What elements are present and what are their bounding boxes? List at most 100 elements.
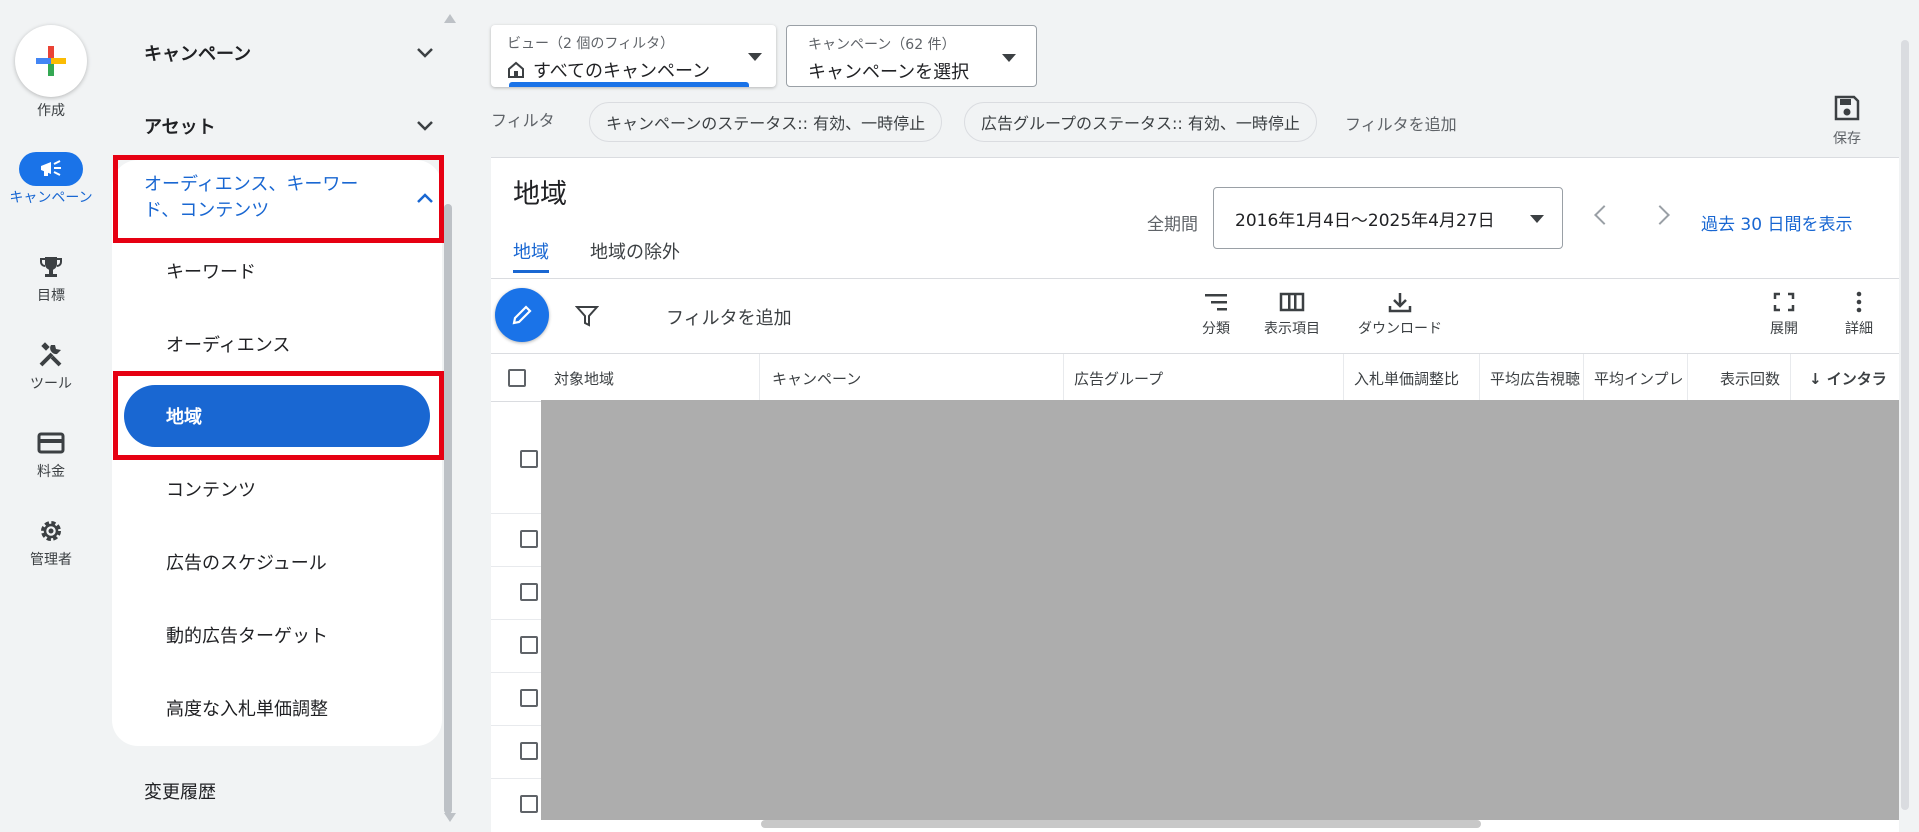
nav-scrollbar[interactable] [442, 14, 456, 822]
col-header-avg-view[interactable]: 平均広告視聴 [1480, 354, 1584, 402]
expand-label: 展開 [1770, 321, 1798, 337]
page-title: 地域 [513, 179, 567, 210]
scroll-down-arrow-icon[interactable] [444, 813, 456, 822]
nav-sub-ad-schedule[interactable]: 広告のスケジュール [166, 549, 327, 575]
rail-item-billing[interactable]: 料金 [0, 426, 102, 481]
download-label: ダウンロード [1358, 321, 1442, 337]
rail-item-campaigns[interactable]: キャンペーン [0, 152, 102, 207]
view-selector-indicator [509, 82, 749, 87]
date-range-selector[interactable]: 2016年1月4日〜2025年4月27日 [1213, 187, 1563, 249]
campaign-selector[interactable]: キャンペーン（62 件） キャンペーンを選択 [786, 25, 1037, 87]
show-last-30-days-link[interactable]: 過去 30 日間を表示 [1701, 210, 1852, 235]
row-divider [491, 566, 542, 567]
chevron-right-icon[interactable] [1650, 205, 1670, 225]
fullscreen-icon [1773, 292, 1795, 312]
nav-item-change-history[interactable]: 変更履歴 [144, 778, 434, 804]
date-range-value: 2016年1月4日〜2025年4月27日 [1235, 210, 1495, 231]
pencil-icon [512, 305, 532, 325]
filter-chip-campaign-status[interactable]: キャンペーンのステータス:: 有効、一時停止 [589, 102, 943, 142]
row-checkbox[interactable] [520, 530, 538, 548]
rail-label-admin: 管理者 [30, 552, 72, 568]
add-filter-link[interactable]: フィルタを追加 [1345, 111, 1457, 135]
page-scrollbar-thumb[interactable] [1901, 40, 1909, 810]
view-selector[interactable]: ビュー（2 個のフィルタ） すべてのキャンペーン [491, 25, 776, 87]
table-header: 対象地域 キャンペーン 広告グループ 入札単価調整比 平均広告視聴 平均インプレ… [491, 354, 1899, 402]
filter-icon[interactable] [575, 304, 599, 328]
tab-locations[interactable]: 地域 [513, 238, 549, 264]
nav-item-audiences-keywords-content[interactable]: オーディエンス、キーワード、コンテンツ [144, 172, 434, 224]
tab-excluded-locations[interactable]: 地域の除外 [590, 238, 680, 264]
main-content-card: 地域 地域 地域の除外 全期間 2016年1月4日〜2025年4月27日 過去 … [491, 157, 1899, 832]
row-checkbox[interactable] [520, 450, 538, 468]
home-icon [508, 61, 524, 78]
rail-label-tools: ツール [30, 376, 72, 392]
row-checkbox[interactable] [520, 742, 538, 760]
chevron-left-icon[interactable] [1594, 205, 1614, 225]
nav-sub-locations-label: 地域 [166, 407, 202, 428]
segment-button[interactable]: 分類 [1202, 291, 1230, 338]
col-header-ad-group[interactable]: 広告グループ [1064, 354, 1344, 402]
col-header-avg-impr[interactable]: 平均インプレ [1584, 354, 1688, 402]
col-header-impressions[interactable]: 表示回数 [1688, 354, 1791, 402]
columns-button[interactable]: 表示項目 [1264, 291, 1320, 338]
scroll-up-arrow-icon[interactable] [444, 14, 456, 23]
col-header-interactions[interactable]: ↓ インタラ [1791, 354, 1899, 402]
row-divider [491, 513, 542, 514]
rail-item-goals[interactable]: 目標 [0, 250, 102, 305]
chevron-down-icon [1530, 215, 1544, 223]
row-divider [491, 725, 542, 726]
chevron-up-icon [417, 193, 433, 203]
nav-sub-locations[interactable]: 地域 [124, 385, 430, 447]
tools-icon [19, 338, 83, 372]
page-scrollbar[interactable] [1899, 40, 1911, 820]
rail-item-tools[interactable]: ツール [0, 338, 102, 393]
col-header-campaign[interactable]: キャンペーン [760, 354, 1064, 402]
row-checkbox[interactable] [520, 636, 538, 654]
row-checkbox[interactable] [520, 583, 538, 601]
columns-icon [1279, 292, 1305, 312]
columns-label: 表示項目 [1264, 321, 1320, 337]
nav-sub-content[interactable]: コンテンツ [166, 476, 256, 502]
divider [491, 278, 1899, 279]
download-button[interactable]: ダウンロード [1358, 291, 1442, 338]
nav-sub-dynamic-ad-targets[interactable]: 動的広告ターゲット [166, 622, 328, 648]
nav-sub-keywords[interactable]: キーワード [166, 258, 256, 284]
edit-button[interactable] [495, 288, 549, 342]
view-selector-sub: ビュー（2 個のフィルタ） [507, 36, 675, 52]
nav-sub-advanced-bid-adjustments[interactable]: 高度な入札単価調整 [166, 695, 328, 721]
expand-button[interactable]: 展開 [1770, 291, 1798, 338]
save-label: 保存 [1833, 131, 1861, 147]
rail-label-billing: 料金 [37, 464, 65, 480]
filter-chip-adgroup-status[interactable]: 広告グループのステータス:: 有効、一時停止 [964, 102, 1317, 142]
view-selector-value: すべてのキャンペーン [533, 61, 711, 82]
create-label: 作成 [37, 103, 65, 119]
download-icon [1388, 293, 1412, 313]
row-divider [491, 778, 542, 779]
segment-icon [1205, 294, 1227, 311]
save-button[interactable]: 保存 [1820, 94, 1874, 148]
rail-label-campaigns: キャンペーン [9, 190, 93, 206]
period-label: 全期間 [1147, 215, 1198, 235]
campaign-selector-sub: キャンペーン（62 件） [808, 37, 956, 53]
create-button[interactable] [15, 25, 87, 97]
chevron-down-icon [417, 121, 433, 131]
credit-card-icon [19, 426, 83, 460]
col-header-bid-adjustment[interactable]: 入札単価調整比 [1344, 354, 1480, 402]
nav-scrollbar-thumb[interactable] [444, 204, 452, 814]
filter-chip-adgroup-status-label: 広告グループのステータス:: 有効、一時停止 [981, 114, 1300, 133]
rail-item-admin[interactable]: 管理者 [0, 514, 102, 569]
nav-item-assets[interactable]: アセット [144, 113, 434, 139]
toolbar-add-filter[interactable]: フィルタを追加 [666, 304, 792, 330]
col-header-location[interactable]: 対象地域 [542, 354, 760, 402]
row-checkbox[interactable] [520, 795, 538, 813]
chevron-down-icon [1002, 54, 1016, 62]
select-all-checkbox[interactable] [507, 369, 526, 387]
nav-sub-audiences[interactable]: オーディエンス [166, 331, 290, 357]
chevron-down-icon [417, 48, 433, 58]
more-button[interactable]: 詳細 [1845, 291, 1873, 338]
select-all-cell [491, 354, 542, 402]
table-horizontal-scrollbar[interactable] [761, 820, 1481, 828]
row-checkbox[interactable] [520, 689, 538, 707]
segment-label: 分類 [1202, 321, 1230, 337]
nav-item-campaigns[interactable]: キャンペーン [144, 40, 434, 66]
